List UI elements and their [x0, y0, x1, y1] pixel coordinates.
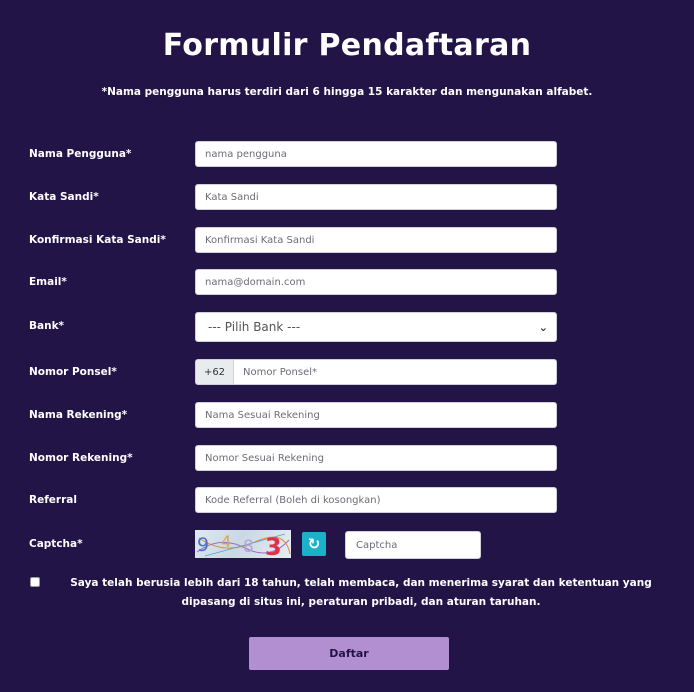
password-label: Kata Sandi*	[29, 191, 99, 203]
captcha-input[interactable]	[345, 531, 481, 559]
captcha-digit: 4	[221, 532, 231, 551]
captcha-digit: 8	[243, 537, 254, 557]
phone-label: Nomor Ponsel*	[29, 366, 117, 378]
account-number-label: Nomor Rekening*	[29, 452, 133, 464]
captcha-digit: 9	[197, 534, 209, 556]
password-input[interactable]	[195, 184, 557, 210]
username-label: Nama Pengguna*	[29, 148, 132, 160]
terms-checkbox[interactable]	[30, 577, 40, 587]
refresh-icon: ↻	[307, 535, 321, 553]
phone-country-prefix: +62	[195, 359, 234, 385]
captcha-digit: 3	[265, 533, 282, 558]
password-confirm-label: Konfirmasi Kata Sandi*	[29, 234, 166, 246]
register-button[interactable]: Daftar	[249, 637, 449, 670]
email-input[interactable]	[195, 269, 557, 295]
page-title: Formulir Pendaftaran	[162, 28, 532, 63]
account-number-input[interactable]	[195, 445, 557, 471]
password-confirm-input[interactable]	[195, 227, 557, 253]
account-name-label: Nama Rekening*	[29, 409, 128, 421]
captcha-label: Captcha*	[29, 538, 83, 550]
captcha-refresh-button[interactable]: ↻	[302, 532, 326, 556]
username-input[interactable]	[195, 141, 557, 167]
chevron-down-icon: ⌄	[538, 320, 548, 334]
bank-select-value: --- Pilih Bank ---	[208, 320, 301, 334]
referral-input[interactable]	[195, 487, 557, 513]
email-label: Email*	[29, 276, 67, 288]
bank-select[interactable]: --- Pilih Bank --- ⌄	[195, 312, 557, 342]
username-rule-note: *Nama pengguna harus terdiri dari 6 hing…	[101, 86, 593, 98]
bank-label: Bank*	[29, 320, 65, 332]
phone-input[interactable]	[234, 359, 557, 385]
account-name-input[interactable]	[195, 402, 557, 428]
terms-text: Saya telah berusia lebih dari 18 tahun, …	[70, 577, 652, 608]
referral-label: Referral	[29, 494, 77, 506]
captcha-image: 9 4 8 3	[195, 530, 291, 558]
